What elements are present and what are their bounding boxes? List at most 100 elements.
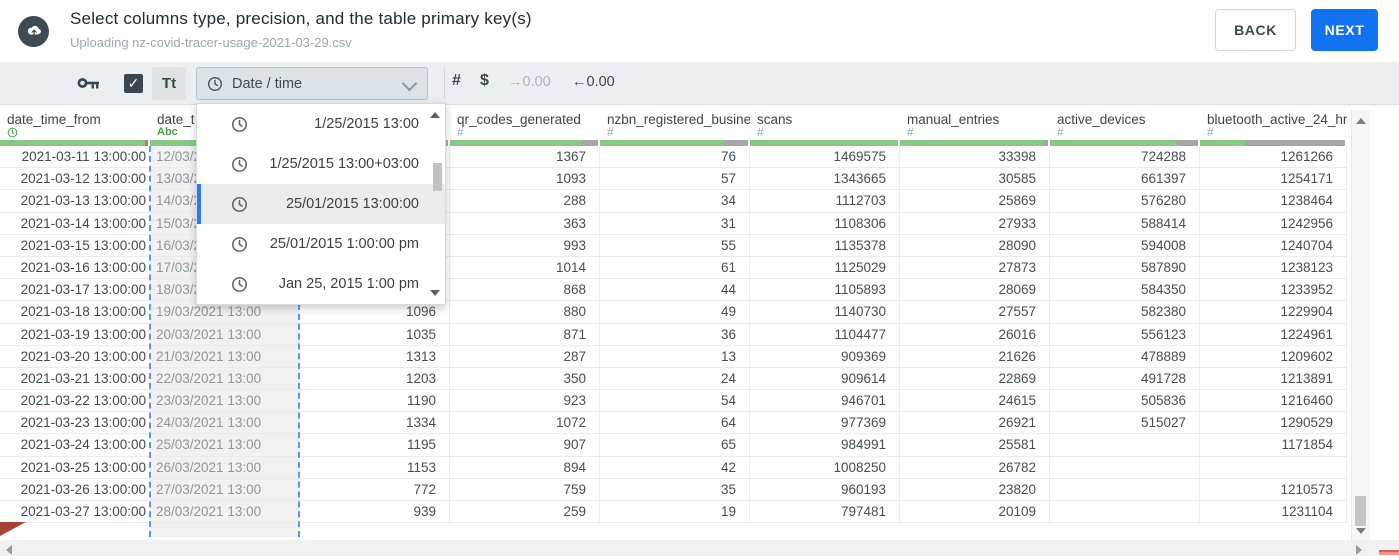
clock-icon [231, 156, 248, 173]
clock-icon [231, 196, 248, 213]
table-cell: 909369 [750, 345, 900, 367]
table-cell: 907 [450, 434, 600, 456]
decrease-precision-button[interactable]: ←0.00 [572, 74, 615, 90]
table-cell: 25869 [900, 190, 1050, 212]
table-cell: 2021-03-24 13:00:00 [20, 437, 146, 453]
table-cell: 909614 [750, 367, 900, 390]
format-option[interactable]: Jan 25, 2015 1:00 pm [197, 264, 445, 304]
table-cell: 505836 [1050, 390, 1200, 412]
table-cell: 20109 [900, 501, 1050, 523]
currency-type-button[interactable]: $ [480, 72, 489, 90]
checkbox-checked[interactable]: ✓ [124, 74, 143, 93]
clock-icon [231, 236, 248, 253]
scroll-right-icon[interactable] [1356, 545, 1362, 555]
table-cell: 44 [600, 279, 750, 301]
table-cell: 1238123 [1200, 256, 1347, 279]
table-cell: 20/03/2021 13:00 [156, 326, 262, 342]
text-type-button[interactable]: Tt [152, 67, 186, 100]
table-cell: 1112703 [750, 190, 900, 212]
table-cell: 939 [300, 501, 450, 523]
table-cell: 23820 [900, 478, 1050, 500]
column-header-scans[interactable]: scans # [750, 105, 900, 140]
table-cell: 2021-03-17 13:00:00 [20, 282, 146, 298]
table-cell: 2021-03-16 13:00:00 [20, 259, 146, 275]
table-cell: 61 [600, 256, 750, 279]
vertical-scrollbar-thumb[interactable] [1355, 496, 1366, 526]
table-cell: 26016 [900, 323, 1050, 345]
table-row: 2021-03-23 13:00:00 24/03/2021 13:00 1334 1… [0, 412, 1347, 435]
page-subtitle: Uploading nz-covid-tracer-usage-2021-03-… [70, 35, 352, 50]
table-cell: 1153 [300, 456, 450, 478]
dropdown-scrollbar-thumb[interactable] [433, 163, 442, 191]
table-cell: 1209602 [1200, 345, 1347, 367]
selected-column-left-border [149, 146, 151, 537]
column-header-nzbn_registered_busine[interactable]: nzbn_registered_busine # [600, 105, 750, 140]
scroll-up-icon[interactable] [1356, 118, 1366, 124]
column-header-bluetooth_active_24_hr_[interactable]: bluetooth_active_24_hr_ # [1200, 105, 1347, 140]
type-dropdown-button[interactable]: Date / time [196, 67, 428, 100]
table-cell: 288 [450, 190, 600, 212]
horizontal-scrollbar[interactable] [0, 540, 1399, 556]
table-cell: 1233952 [1200, 279, 1347, 301]
table-cell: 76 [600, 146, 750, 168]
format-option[interactable]: 1/25/2015 13:00+03:00 [197, 144, 445, 184]
column-name: active_devices [1057, 112, 1146, 127]
format-option-label: 25/01/2015 13:00:00 [285, 196, 419, 212]
column-name: nzbn_registered_busine [607, 112, 750, 127]
table-cell [1050, 478, 1200, 500]
column-type-marker: # [1207, 125, 1214, 139]
format-option-label: 1/25/2015 13:00 [314, 116, 419, 132]
primary-key-icon[interactable] [77, 77, 100, 95]
table-cell: 1238464 [1200, 190, 1347, 212]
table-row: 2021-03-25 13:00:00 26/03/2021 13:00 1153 8… [0, 456, 1347, 479]
column-header-date_time_from[interactable]: date_time_from [0, 105, 150, 140]
table-cell: 594008 [1050, 234, 1200, 256]
table-cell: 1190 [300, 390, 450, 412]
scroll-down-icon[interactable] [1356, 528, 1366, 534]
table-cell: 24 [600, 367, 750, 390]
table-row: 2021-03-20 13:00:00 21/03/2021 13:00 1313 2… [0, 345, 1347, 368]
table-cell: 1290529 [1200, 412, 1347, 434]
table-cell: 724288 [1050, 146, 1200, 168]
table-cell: 1093 [450, 168, 600, 190]
column-name: manual_entries [907, 112, 1000, 127]
table-cell: 1210573 [1200, 478, 1347, 500]
integer-type-button[interactable]: # [452, 72, 461, 90]
format-option[interactable]: 1/25/2015 13:00 [197, 104, 445, 144]
column-header-manual_entries[interactable]: manual_entries # [900, 105, 1050, 140]
table-cell: 35 [600, 478, 750, 500]
table-cell: 946701 [750, 390, 900, 412]
table-cell: 1104477 [750, 323, 900, 345]
vertical-scrollbar[interactable] [1351, 110, 1370, 540]
table-cell: 2021-03-11 13:00:00 [21, 149, 146, 164]
column-type-marker: Abc [157, 126, 178, 138]
table-cell: 28090 [900, 234, 1050, 256]
table-cell: 588414 [1050, 212, 1200, 234]
table-cell [1050, 501, 1200, 523]
format-option[interactable]: 25/01/2015 1:00:00 pm [197, 224, 445, 264]
format-option[interactable]: 25/01/2015 13:00:00 [197, 184, 445, 224]
table-cell: 1072 [450, 412, 600, 434]
table-cell: 984991 [750, 434, 900, 456]
column-header-active_devices[interactable]: active_devices # [1050, 105, 1200, 140]
table-cell: 1261266 [1200, 146, 1347, 168]
increase-precision-button[interactable]: →0.00 [508, 74, 551, 90]
table-cell: 2021-03-20 13:00:00 [20, 348, 146, 364]
column-type-toolbar: ✓ Tt Date / time # $ →0.00 ←0.00 [0, 62, 1399, 105]
table-cell: 24615 [900, 390, 1050, 412]
column-type-marker: # [1057, 125, 1064, 139]
back-button[interactable]: BACK [1215, 9, 1296, 51]
scroll-up-icon[interactable] [430, 112, 440, 118]
next-button[interactable]: NEXT [1311, 9, 1378, 51]
column-header-qr_codes_generated[interactable]: qr_codes_generated # [450, 105, 600, 140]
table-cell: 57 [600, 168, 750, 190]
format-option-label: 25/01/2015 1:00:00 pm [269, 236, 419, 252]
table-cell: 977369 [750, 412, 900, 434]
table-cell: 1240704 [1200, 234, 1347, 256]
table-cell: 25581 [900, 434, 1050, 456]
table-cell: 21/03/2021 13:00 [156, 348, 262, 364]
table-cell: 54 [600, 390, 750, 412]
scroll-left-icon[interactable] [6, 545, 12, 555]
table-cell: 993 [450, 234, 600, 256]
scroll-down-icon[interactable] [430, 290, 440, 296]
